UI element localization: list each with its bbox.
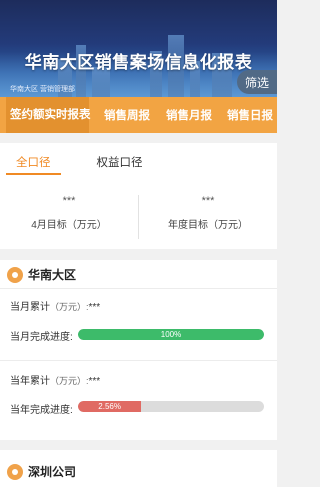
region-name: 深圳公司 xyxy=(28,465,77,479)
location-pin-icon xyxy=(7,463,23,480)
year-cumulative-label: 当年累计 xyxy=(10,376,50,387)
targets-panel: *** 4月目标（万元） *** 年度目标（万元） xyxy=(0,181,277,249)
tab-full-scope-label: 全口径 xyxy=(16,157,51,169)
tab-full-scope[interactable]: 全口径 xyxy=(6,143,61,175)
divider xyxy=(0,288,277,289)
month-target-value: *** xyxy=(62,195,76,207)
year-progress-fill: 2.56% xyxy=(78,401,142,412)
month-cumulative-value: *** xyxy=(88,302,101,313)
active-tab-underline xyxy=(6,173,61,175)
region-name: 华南大区 xyxy=(28,268,77,282)
month-cumulative-label: 当月累计 xyxy=(10,302,50,313)
tab-monthly[interactable]: 销售月报 xyxy=(164,107,214,123)
filter-button[interactable]: 筛选 xyxy=(237,70,277,94)
month-progress-fill: 100% xyxy=(78,329,264,340)
region-card[interactable]: 华南大区 当月累计（万元）:*** 当月完成进度: 100% 当年累计（万元）:… xyxy=(0,260,277,440)
year-target: *** 年度目标（万元） xyxy=(139,181,277,249)
year-target-label: 年度目标（万元） xyxy=(168,220,248,231)
department-label: 华南大区 营销管理部 xyxy=(10,86,75,93)
year-cumulative-value: *** xyxy=(88,376,101,387)
tab-realtime-sales[interactable]: 签约额实时报表 xyxy=(6,97,91,133)
year-target-value: *** xyxy=(201,195,215,207)
region-header: 华南大区 xyxy=(7,266,76,283)
month-cumulative: 当月累计（万元）:*** xyxy=(10,298,100,313)
location-pin-icon xyxy=(7,266,23,283)
month-progress-label: 当月完成进度: xyxy=(10,332,73,343)
scope-tabs: 全口径 权益口径 xyxy=(0,143,277,181)
region-header: 深圳公司 xyxy=(7,463,76,480)
tab-equity-scope[interactable]: 权益口径 xyxy=(97,143,143,170)
year-progress-label: 当年完成进度: xyxy=(10,405,73,416)
divider xyxy=(0,360,277,361)
year-progress-bar: 2.56% xyxy=(78,401,264,412)
month-cumulative-unit: （万元）: xyxy=(50,302,89,312)
month-target: *** 4月目标（万元） xyxy=(0,181,138,249)
report-tabs: 签约额实时报表 销售周报 销售月报 销售日报 xyxy=(0,97,277,133)
report-title: 华南大区销售案场信息化报表 xyxy=(24,53,253,72)
year-cumulative: 当年累计（万元）:*** xyxy=(10,372,100,387)
month-target-label: 4月目标（万元） xyxy=(31,220,107,231)
header-banner: 华南大区销售案场信息化报表 华南大区 营销管理部 筛选 xyxy=(0,0,277,97)
tab-daily[interactable]: 销售日报 xyxy=(225,107,275,123)
year-cumulative-unit: （万元）: xyxy=(50,376,89,386)
region-card[interactable]: 深圳公司 xyxy=(0,450,277,487)
tab-weekly[interactable]: 销售周报 xyxy=(102,107,152,123)
month-progress-bar: 100% xyxy=(78,329,264,340)
